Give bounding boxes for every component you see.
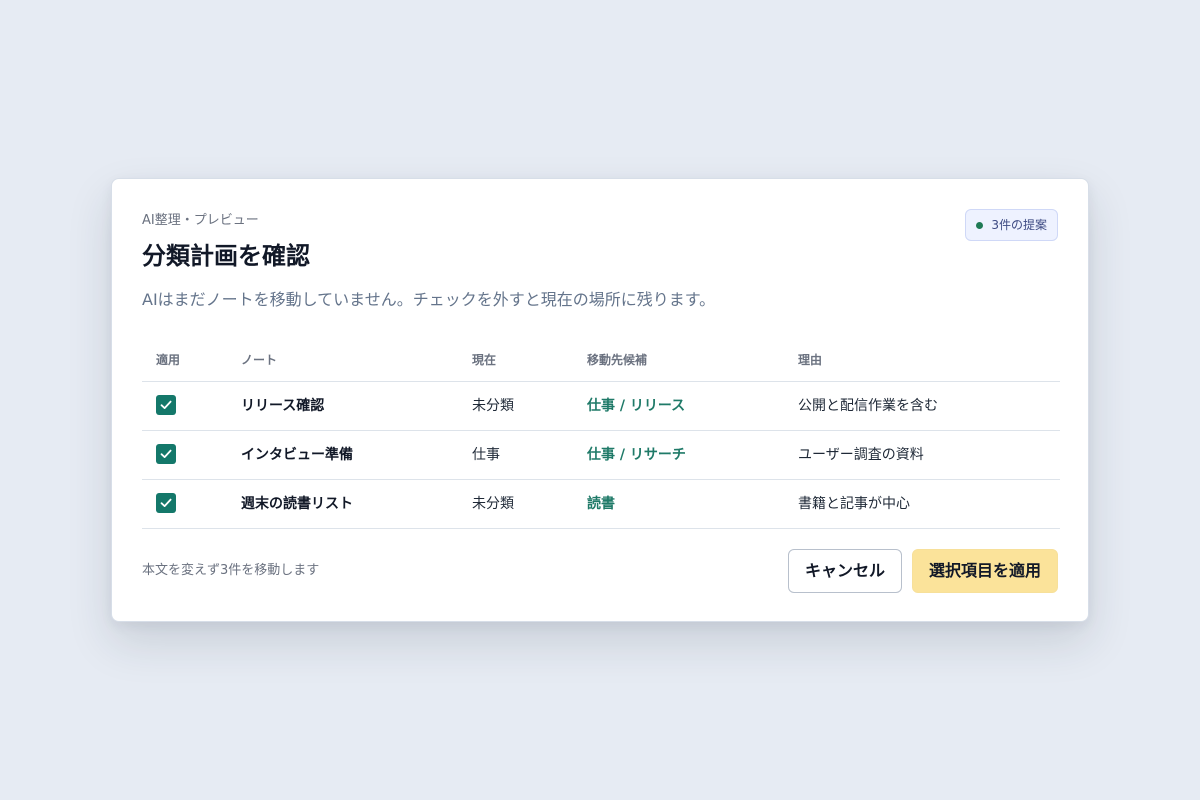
column-header-reason: 理由	[798, 352, 823, 367]
apply-cell	[142, 479, 241, 528]
classification-plan-dialog: AI整理・プレビュー 分類計画を確認 AIはまだノートを移動していません。チェッ…	[111, 178, 1089, 622]
dialog-actions: キャンセル 選択項目を適用	[788, 549, 1058, 593]
dialog-description: AIはまだノートを移動していません。チェックを外すと現在の場所に残ります。	[142, 290, 716, 309]
dialog-eyebrow: AI整理・プレビュー	[142, 213, 259, 228]
apply-selected-button[interactable]: 選択項目を適用	[912, 549, 1058, 593]
classification-table: 適用 ノート 現在 移動先候補 理由 リリース確認 未分類 仕事 / リリース …	[142, 339, 1060, 529]
move-summary: 本文を変えず3件を移動します	[142, 563, 320, 578]
note-name: インタビュー準備	[241, 446, 353, 463]
target-location: 読書	[587, 495, 615, 512]
apply-checkbox[interactable]	[156, 443, 176, 464]
classification-table-wrapper: 適用 ノート 現在 移動先候補 理由 リリース確認 未分類 仕事 / リリース …	[142, 339, 1060, 529]
apply-checkbox[interactable]	[156, 492, 176, 513]
column-header-note: ノート	[241, 352, 278, 367]
check-icon	[160, 449, 172, 458]
table-body: リリース確認 未分類 仕事 / リリース 公開と配信作業を含む インタビュー準備…	[142, 381, 1060, 528]
check-icon	[160, 498, 172, 507]
table-row: リリース確認 未分類 仕事 / リリース 公開と配信作業を含む	[142, 381, 1060, 430]
table-row: 週末の読書リスト 未分類 読書 書籍と記事が中心	[142, 479, 1060, 528]
check-icon	[160, 400, 172, 409]
proposal-count-badge: 3件の提案	[965, 209, 1058, 241]
table-row: インタビュー準備 仕事 仕事 / リサーチ ユーザー調査の資料	[142, 430, 1060, 479]
column-header-current: 現在	[472, 352, 497, 367]
target-location: 仕事 / リサーチ	[587, 446, 686, 463]
table-header: 適用 ノート 現在 移動先候補 理由	[142, 339, 1060, 381]
target-location: 仕事 / リリース	[587, 397, 686, 414]
page-background: AI整理・プレビュー 分類計画を確認 AIはまだノートを移動していません。チェッ…	[0, 0, 1200, 800]
cancel-button[interactable]: キャンセル	[788, 549, 902, 593]
current-location: 未分類	[472, 495, 514, 512]
classification-reason: 公開と配信作業を含む	[798, 397, 938, 414]
classification-reason: 書籍と記事が中心	[798, 495, 910, 512]
dialog-title: 分類計画を確認	[142, 242, 310, 270]
table-header-row: 適用 ノート 現在 移動先候補 理由	[142, 339, 1060, 381]
apply-checkbox[interactable]	[156, 394, 176, 415]
current-location: 仕事	[472, 446, 500, 463]
note-name: 週末の読書リスト	[241, 495, 353, 512]
current-location: 未分類	[472, 397, 514, 414]
apply-cell	[142, 381, 241, 430]
proposal-count-label: 3件の提案	[991, 218, 1047, 232]
column-header-apply: 適用	[156, 352, 181, 367]
column-header-target: 移動先候補	[587, 352, 648, 367]
note-name: リリース確認	[241, 397, 325, 414]
classification-reason: ユーザー調査の資料	[798, 446, 924, 463]
status-dot-icon	[976, 221, 984, 229]
apply-cell	[142, 430, 241, 479]
